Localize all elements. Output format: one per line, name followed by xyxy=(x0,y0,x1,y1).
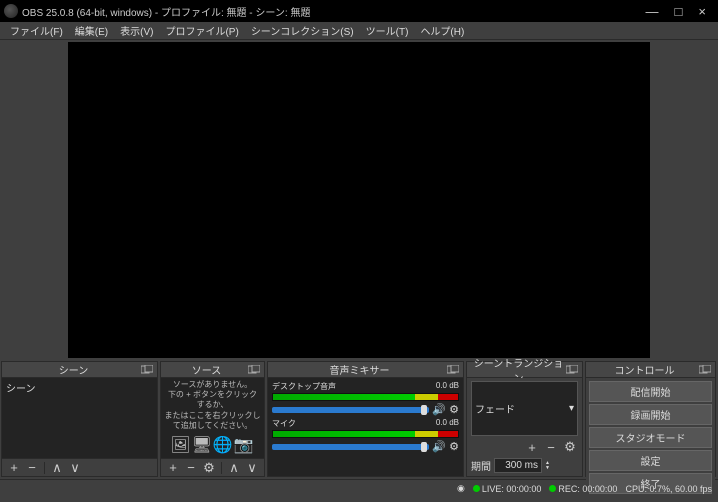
menu-scene-collection[interactable]: シーンコレクション(S) xyxy=(245,23,360,38)
speaker-icon[interactable]: 🔊 xyxy=(432,403,446,416)
source-settings-button[interactable]: ⚙ xyxy=(201,460,217,476)
menu-file[interactable]: ファイル(F) xyxy=(4,23,69,38)
image-icon: 🖼 xyxy=(170,437,191,454)
source-up-button[interactable]: ∧ xyxy=(226,460,242,476)
track-name: デスクトップ音声 xyxy=(272,381,336,392)
mixer-title: 音声ミキサー xyxy=(272,362,447,377)
titlebar: OBS 25.0.8 (64-bit, windows) - プロファイル: 無… xyxy=(0,0,718,22)
maximize-button[interactable]: □ xyxy=(675,4,683,19)
menu-help[interactable]: ヘルプ(H) xyxy=(414,23,470,38)
cpu-status: CPU: 0.7%, 60.00 fps xyxy=(625,484,712,494)
transition-select[interactable]: フェード ▾ xyxy=(471,381,578,436)
rec-status-dot xyxy=(549,485,556,492)
start-recording-button[interactable]: 録画開始 xyxy=(589,404,712,425)
studio-mode-button[interactable]: スタジオモード xyxy=(589,427,712,448)
menu-edit[interactable]: 編集(E) xyxy=(69,23,114,38)
volume-slider[interactable] xyxy=(272,444,429,450)
menubar: ファイル(F) 編集(E) 表示(V) プロファイル(P) シーンコレクション(… xyxy=(0,22,718,40)
gear-icon[interactable]: ⚙ xyxy=(449,440,459,453)
display-icon: 🖥 xyxy=(192,437,213,454)
track-db: 0.0 dB xyxy=(436,381,459,392)
rec-timer: REC: 00:00:00 xyxy=(558,484,617,494)
close-button[interactable]: × xyxy=(698,4,706,19)
app-icon xyxy=(4,4,18,18)
gear-icon[interactable]: ⚙ xyxy=(449,403,459,416)
live-timer: LIVE: 00:00:00 xyxy=(482,484,542,494)
duration-label: 期間 xyxy=(471,458,491,473)
mixer-track: デスクトップ音声 0.0 dB 🔊 ⚙ xyxy=(272,381,459,416)
volume-slider[interactable] xyxy=(272,407,429,413)
duration-input[interactable]: 300 ms xyxy=(494,458,542,473)
settings-button[interactable]: 設定 xyxy=(589,450,712,471)
globe-icon: 🌐 xyxy=(213,437,234,454)
mixer-dock: 音声ミキサー デスクトップ音声 0.0 dB 🔊 ⚙ xyxy=(267,361,464,477)
add-transition-button[interactable]: + xyxy=(524,440,540,455)
network-icon: ◉ xyxy=(457,483,465,494)
undock-icon[interactable] xyxy=(699,365,711,375)
docks-row: シーン シーン + − ∧ ∨ ソース ソースがありません。 下の + ボタンを… xyxy=(0,359,718,479)
remove-source-button[interactable]: − xyxy=(183,460,199,475)
remove-transition-button[interactable]: − xyxy=(543,440,559,455)
vu-meter xyxy=(272,393,459,401)
menu-view[interactable]: 表示(V) xyxy=(114,23,159,38)
duration-spinner[interactable]: ▲▼ xyxy=(545,461,550,471)
scenes-title: シーン xyxy=(6,362,141,377)
undock-icon[interactable] xyxy=(447,365,459,375)
remove-scene-button[interactable]: − xyxy=(24,460,40,475)
scene-down-button[interactable]: ∨ xyxy=(67,460,83,476)
hint-line: またはここを右クリックして追加してください。 xyxy=(164,411,261,432)
controls-dock: コントロール 配信開始 録画開始 スタジオモード 設定 終了 xyxy=(585,361,716,477)
scene-list[interactable]: シーン xyxy=(2,378,157,458)
speaker-icon[interactable]: 🔊 xyxy=(432,440,446,453)
mixer-track: マイク 0.0 dB 🔊 ⚙ xyxy=(272,418,459,453)
undock-icon[interactable] xyxy=(141,365,153,375)
track-db: 0.0 dB xyxy=(436,418,459,429)
minimize-button[interactable]: — xyxy=(646,4,659,19)
hint-line: 下の + ボタンをクリックするか、 xyxy=(164,390,261,411)
transition-selected: フェード xyxy=(475,401,515,416)
start-streaming-button[interactable]: 配信開始 xyxy=(589,381,712,402)
scene-item[interactable]: シーン xyxy=(2,378,157,397)
scenes-dock: シーン シーン + − ∧ ∨ xyxy=(1,361,158,477)
scene-up-button[interactable]: ∧ xyxy=(49,460,65,476)
chevron-down-icon: ▾ xyxy=(569,403,574,414)
preview-canvas[interactable] xyxy=(68,42,650,358)
transition-settings-button[interactable]: ⚙ xyxy=(562,439,578,455)
sources-dock: ソース ソースがありません。 下の + ボタンをクリックするか、 またはここを右… xyxy=(160,361,265,477)
camera-icon: 📷 xyxy=(234,437,255,454)
hint-line: ソースがありません。 xyxy=(173,380,252,390)
live-status-dot xyxy=(473,485,480,492)
add-source-button[interactable]: + xyxy=(165,460,181,475)
vu-meter xyxy=(272,430,459,438)
undock-icon[interactable] xyxy=(248,365,260,375)
window-title: OBS 25.0.8 (64-bit, windows) - プロファイル: 無… xyxy=(22,4,646,19)
source-type-icons: 🖼🖥🌐📷 xyxy=(170,436,254,457)
source-down-button[interactable]: ∨ xyxy=(244,460,260,476)
preview-area xyxy=(0,40,718,359)
menu-profile[interactable]: プロファイル(P) xyxy=(159,23,244,38)
sources-title: ソース xyxy=(165,362,248,377)
menu-tools[interactable]: ツール(T) xyxy=(360,23,415,38)
controls-title: コントロール xyxy=(590,362,699,377)
transitions-dock: シーントランジション フェード ▾ + − ⚙ 期間 300 ms ▲▼ xyxy=(466,361,583,477)
add-scene-button[interactable]: + xyxy=(6,460,22,475)
undock-icon[interactable] xyxy=(566,365,578,375)
sources-empty-hint[interactable]: ソースがありません。 下の + ボタンをクリックするか、 またはここを右クリック… xyxy=(161,378,264,458)
track-name: マイク xyxy=(272,418,296,429)
